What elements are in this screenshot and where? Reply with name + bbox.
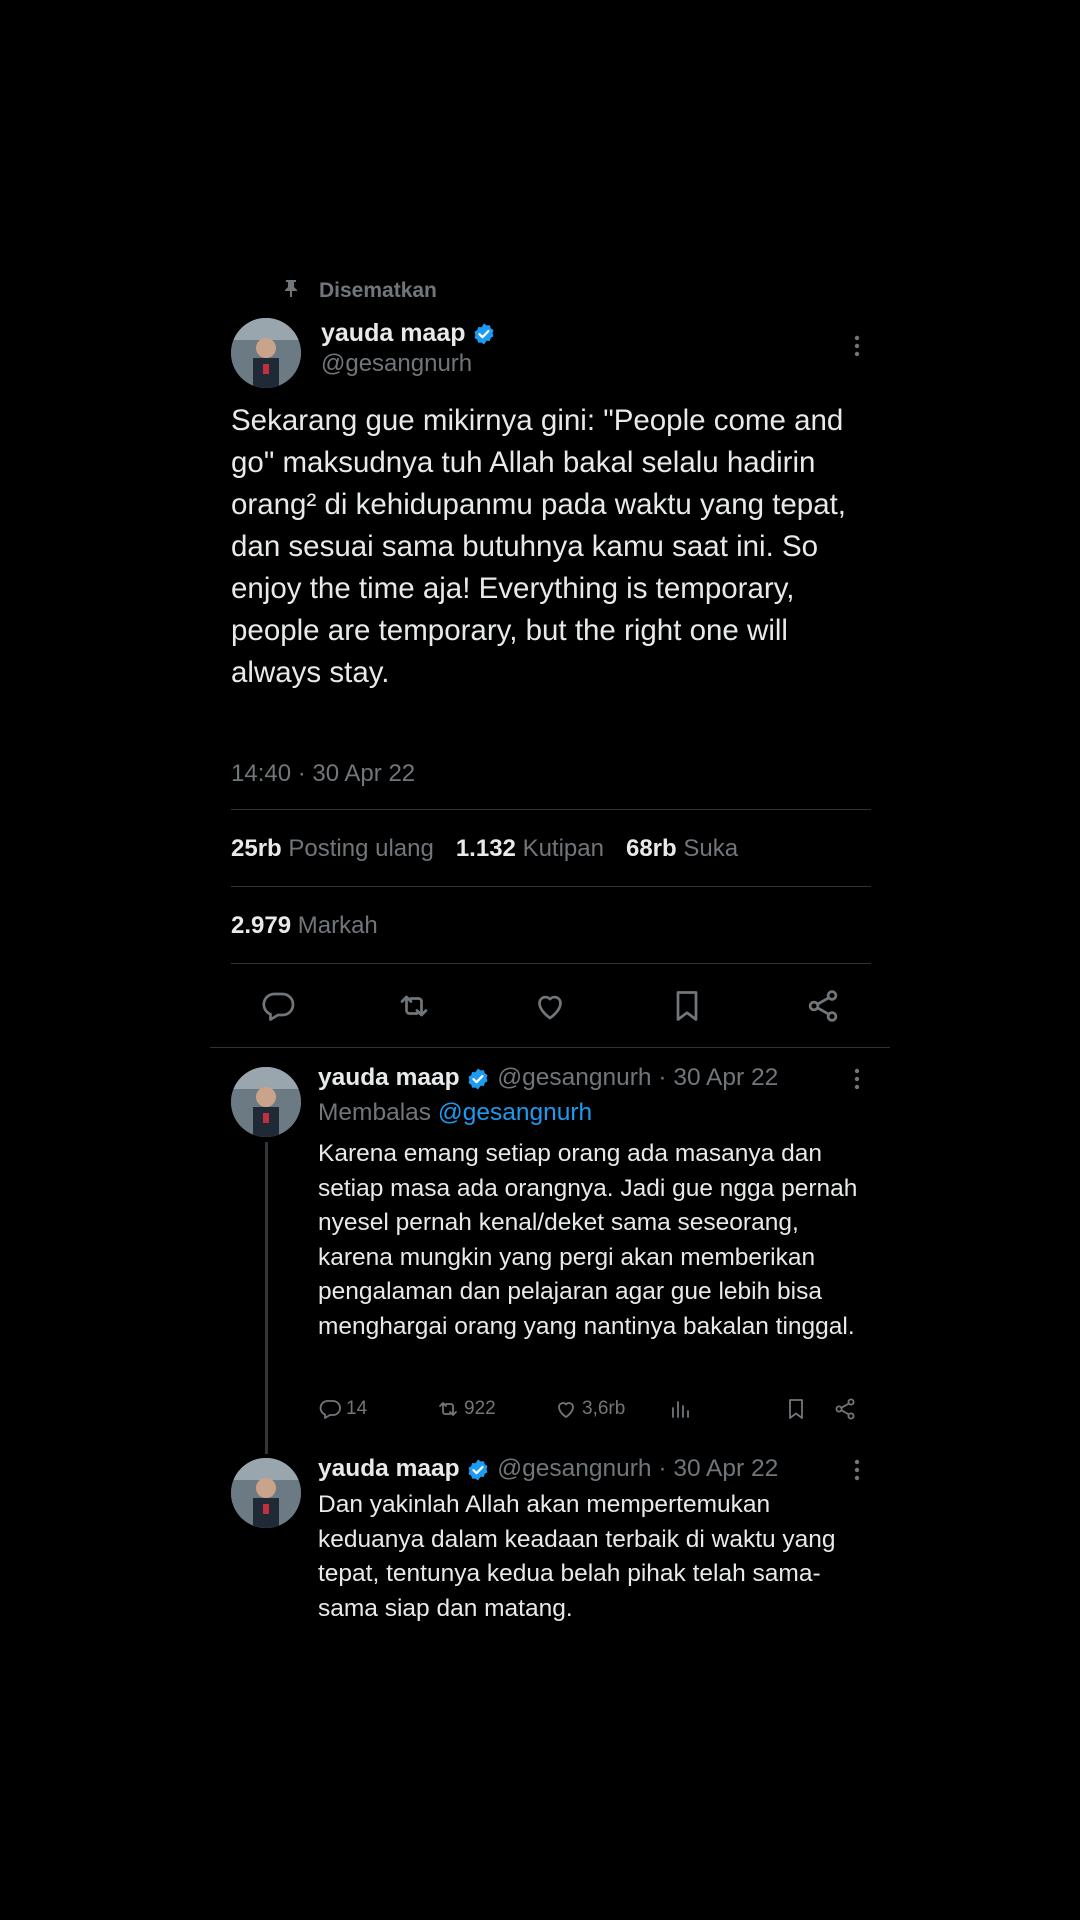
verified-icon xyxy=(466,1067,490,1091)
reply-header: yauda maap @gesangnurh · 30 Apr 22 xyxy=(318,1453,778,1485)
quotes-count: 1.132 xyxy=(455,835,516,862)
likes-stat[interactable]: 68rb Suka xyxy=(626,835,738,863)
reply-author-handle[interactable]: @gesangnurh xyxy=(497,1455,651,1482)
reply-like-button[interactable]: 3,6rb xyxy=(554,1397,625,1421)
reply-repost-button[interactable]: 922 xyxy=(436,1397,496,1421)
author-block[interactable]: yauda maap xyxy=(321,318,496,348)
bookmark-button[interactable] xyxy=(669,988,705,1029)
more-icon[interactable] xyxy=(842,1064,872,1094)
tweet-text: Sekarang gue mikirnya gini: "People come… xyxy=(231,404,847,689)
divider xyxy=(210,1047,890,1048)
quotes-label: Kutipan xyxy=(522,835,604,862)
quotes-stat[interactable]: 1.132 Kutipan xyxy=(456,835,604,863)
comment-icon xyxy=(319,1400,341,1419)
likes-count: 68rb xyxy=(625,835,677,862)
comment-button[interactable] xyxy=(260,988,296,1029)
divider xyxy=(231,963,871,964)
share-icon xyxy=(835,1398,855,1420)
reply-like-count: 3,6rb xyxy=(582,1398,626,1419)
reply-text: Dan yakinlah Allah akan mempertemukan ke… xyxy=(318,1491,836,1622)
like-icon xyxy=(558,1402,574,1418)
reply-text: Karena emang setiap orang ada masanya da… xyxy=(318,1140,858,1340)
reply-date[interactable]: · 30 Apr 22 xyxy=(658,1064,778,1091)
pinned-label: Disematkan xyxy=(319,279,437,302)
comment-icon xyxy=(262,992,295,1021)
more-icon[interactable] xyxy=(842,1455,872,1485)
reply-repost-count: 922 xyxy=(464,1398,496,1419)
bookmarks-count: 2.979 xyxy=(231,912,292,939)
share-button[interactable] xyxy=(805,988,841,1029)
reply-bookmark-button[interactable] xyxy=(784,1397,808,1421)
reply-author-name[interactable]: yauda maap xyxy=(318,1455,460,1482)
divider xyxy=(231,809,871,810)
reposts-count: 25rb xyxy=(231,835,282,862)
likes-label: Suka xyxy=(683,835,739,862)
avatar[interactable] xyxy=(231,1458,301,1528)
pinned-indicator: Disematkan xyxy=(283,278,437,304)
bookmarks-stat[interactable]: 2.979 Markah xyxy=(231,912,378,940)
author-name[interactable]: yauda maap xyxy=(321,319,466,347)
reposts-stat[interactable]: 25rb Posting ulang xyxy=(231,835,434,863)
tweet-timestamp[interactable]: 14:40 · 30 Apr 22 xyxy=(231,760,415,788)
divider xyxy=(231,886,871,887)
share-icon xyxy=(808,990,838,1022)
thread-line xyxy=(265,1142,268,1454)
author-handle[interactable]: @gesangnurh xyxy=(321,350,472,378)
bookmark-icon xyxy=(676,991,698,1021)
pin-icon xyxy=(283,279,299,303)
more-icon[interactable] xyxy=(842,331,872,361)
reply-views-button[interactable] xyxy=(668,1397,692,1421)
reply-comment-count: 14 xyxy=(346,1398,368,1419)
replying-handle-link[interactable]: @gesangnurh xyxy=(438,1099,592,1126)
repost-icon xyxy=(439,1402,457,1416)
reply-date[interactable]: · 30 Apr 22 xyxy=(658,1455,778,1482)
like-icon xyxy=(538,995,562,1020)
reply-author-name[interactable]: yauda maap xyxy=(318,1064,460,1091)
reply-share-button[interactable] xyxy=(833,1397,857,1421)
repost-icon xyxy=(400,995,428,1017)
reply-author-handle[interactable]: @gesangnurh xyxy=(497,1064,651,1091)
reply-header: yauda maap @gesangnurh · 30 Apr 22 xyxy=(318,1062,778,1094)
avatar[interactable] xyxy=(231,1067,301,1137)
reply-comment-button[interactable]: 14 xyxy=(318,1397,367,1421)
views-icon xyxy=(672,1401,689,1418)
replying-label: Membalas xyxy=(318,1099,432,1126)
verified-icon xyxy=(466,1458,490,1482)
repost-button[interactable] xyxy=(396,988,432,1029)
like-button[interactable] xyxy=(532,988,568,1029)
bookmarks-label: Markah xyxy=(297,912,378,939)
reposts-label: Posting ulang xyxy=(288,835,434,862)
verified-icon xyxy=(472,322,496,346)
stats-row: 25rb Posting ulang 1.132 Kutipan 68rb Su… xyxy=(231,835,738,863)
avatar[interactable] xyxy=(231,318,301,388)
replying-to: Membalas @gesangnurh xyxy=(318,1099,592,1127)
bookmark-icon xyxy=(789,1399,803,1419)
